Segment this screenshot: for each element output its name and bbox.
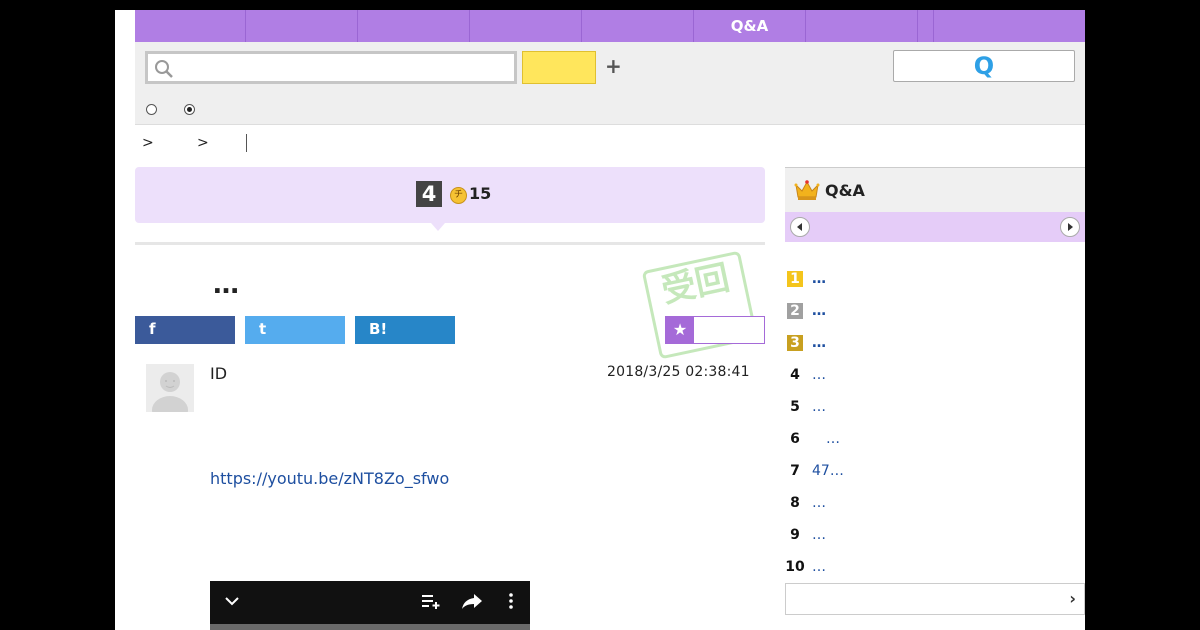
ranking-prev-button[interactable] xyxy=(790,217,810,237)
divider xyxy=(135,242,765,245)
rank-number: 5 xyxy=(790,399,800,415)
page: Q&A + Q > > 4 チ 15 受回 … f t B! ★ ID 2018… xyxy=(115,10,1085,630)
ranking-item-link[interactable]: 47… xyxy=(812,463,844,479)
rank-number: 9 xyxy=(790,527,800,543)
ranking-item-link[interactable]: … xyxy=(812,399,826,415)
ranking-item[interactable]: 8 … xyxy=(785,495,1085,527)
ranking-item-link[interactable]: … xyxy=(812,559,826,575)
more-options-icon[interactable] xyxy=(508,593,514,609)
rank-number: 8 xyxy=(790,495,800,511)
points-box: 4 チ 15 xyxy=(135,167,765,223)
star-icon: ★ xyxy=(666,317,694,343)
hatena-icon: B! xyxy=(369,320,388,338)
rank-number: 7 xyxy=(790,463,800,479)
avatar[interactable] xyxy=(146,364,194,412)
twitter-icon: t xyxy=(259,320,267,338)
ranking-item[interactable]: 7 47… xyxy=(785,463,1085,495)
video-embed[interactable] xyxy=(210,581,530,630)
ask-question-button[interactable]: Q xyxy=(893,50,1075,82)
crown-icon xyxy=(794,180,820,200)
rank-number: 10 xyxy=(785,559,805,575)
ranking-item[interactable]: 2 … xyxy=(785,303,1085,335)
triangle-right-icon xyxy=(1068,223,1073,231)
video-link[interactable]: https://youtu.be/zNT8Zo_sfwo xyxy=(210,469,449,488)
facebook-share-button[interactable]: f xyxy=(135,316,235,344)
search-area: + Q xyxy=(135,42,1085,125)
top-nav: Q&A xyxy=(135,10,1085,42)
nav-tab-8[interactable] xyxy=(918,10,934,42)
user-id[interactable]: ID xyxy=(210,364,227,383)
ranking-item[interactable]: 9 … xyxy=(785,527,1085,559)
search-icon xyxy=(155,60,173,78)
rank-number: 6 xyxy=(790,431,800,447)
ranking-item-link[interactable]: … xyxy=(812,271,826,287)
ranking-item[interactable]: 6 … xyxy=(785,431,1085,463)
rank-number: 2 xyxy=(787,303,803,319)
nav-tab-1[interactable] xyxy=(135,10,246,42)
rank-number: 1 xyxy=(787,271,803,287)
nav-tab-3[interactable] xyxy=(358,10,470,42)
points-rank-badge: 4 xyxy=(416,181,442,207)
nav-tab-9[interactable] xyxy=(934,10,1085,42)
ranking-item[interactable]: 3 … xyxy=(785,335,1085,367)
user-icon xyxy=(146,364,194,412)
favorite-button[interactable]: ★ xyxy=(665,316,765,344)
ranking-item-link[interactable]: … xyxy=(812,367,826,383)
nav-tab-qa[interactable]: Q&A xyxy=(694,10,806,42)
breadcrumb-separator: > xyxy=(197,135,209,151)
nav-tab-4[interactable] xyxy=(470,10,582,42)
search-input[interactable] xyxy=(145,51,517,84)
facebook-icon: f xyxy=(149,320,156,338)
ranking-item-link[interactable]: … xyxy=(812,527,826,543)
video-frame xyxy=(210,624,530,630)
ranking-more-button[interactable]: › xyxy=(785,583,1085,615)
ranking-sidebar: Q&A 1 … 2 … 3 … 4 … 5 … 6 … 7 47… 8 … 9 … xyxy=(785,167,1085,630)
twitter-share-button[interactable]: t xyxy=(245,316,345,344)
ranking-item[interactable]: 4 … xyxy=(785,367,1085,399)
breadcrumb-divider xyxy=(246,134,247,152)
ranking-item[interactable]: 1 … xyxy=(785,271,1085,303)
breadcrumb: > > xyxy=(135,126,765,160)
triangle-left-icon xyxy=(797,223,802,231)
ranking-item[interactable]: 5 … xyxy=(785,399,1085,431)
ranking-title: Q&A xyxy=(825,181,865,200)
ranking-header: Q&A xyxy=(785,167,1085,212)
breadcrumb-separator: > xyxy=(142,135,154,151)
nav-tab-7[interactable] xyxy=(806,10,918,42)
ranking-nav xyxy=(785,212,1085,242)
nav-tab-2[interactable] xyxy=(246,10,358,42)
share-icon[interactable] xyxy=(461,593,483,609)
chevron-down-icon[interactable] xyxy=(224,593,240,609)
rank-number: 3 xyxy=(787,335,803,351)
rank-number: 4 xyxy=(790,367,800,383)
search-button[interactable] xyxy=(522,51,596,84)
hatena-share-button[interactable]: B! xyxy=(355,316,455,344)
nav-tab-5[interactable] xyxy=(582,10,694,42)
plus-button[interactable]: + xyxy=(605,54,622,78)
question-title: … xyxy=(213,270,239,300)
add-to-queue-icon[interactable] xyxy=(421,593,441,609)
points-pointer xyxy=(431,223,445,231)
points-value: 15 xyxy=(469,184,492,203)
ranking-item-link[interactable]: … xyxy=(812,303,826,319)
search-radio-1[interactable] xyxy=(146,104,157,115)
chevron-right-icon: › xyxy=(1069,589,1076,608)
post-timestamp: 2018/3/25 02:38:41 xyxy=(607,364,750,380)
ranking-item-link[interactable]: … xyxy=(812,495,826,511)
ranking-item-link[interactable]: … xyxy=(812,431,840,447)
ranking-item-link[interactable]: … xyxy=(812,335,826,351)
coin-icon: チ xyxy=(450,187,467,204)
ranking-next-button[interactable] xyxy=(1060,217,1080,237)
search-radio-2[interactable] xyxy=(184,104,195,115)
